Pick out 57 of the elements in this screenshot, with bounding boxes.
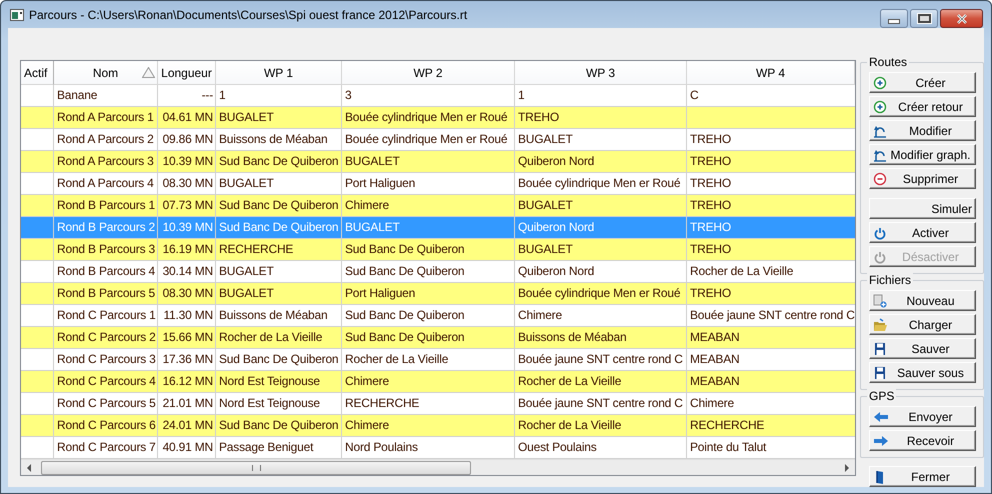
scrollbar[interactable] [21,459,855,475]
table-row[interactable]: Rond C Parcours 5 21.01 MN Nord Est Teignouse RECHERCHE Bouée jaune SNT centre rond C Chimere [21,393,855,415]
button[interactable]: Nouveau [869,290,976,311]
button[interactable]: Charger [869,314,976,335]
table-row[interactable]: Rond A Parcours 2 09.86 MN Buissons de Méaban Bouée cylindrique Men er Roué BUGALET TREHO [21,129,855,151]
plus-icon [873,76,889,90]
table-row[interactable]: Rond A Parcours 3 10.39 MN Sud Banc De Quiberon BUGALET Quiberon Nord TREHO [21,151,855,173]
folder-icon [873,318,889,332]
table-row[interactable]: Rond C Parcours 6 24.01 MN Sud Banc De Quiberon Chimere Rocher de La Vieille RECHERCHE [21,415,855,437]
scrollbar-thumb[interactable] [41,461,471,475]
table-row[interactable]: Rond B Parcours 3 16.19 MN RECHERCHE Sud Banc De Quiberon BUGALET TREHO [21,239,855,261]
table-row[interactable]: Rond B Parcours 5 08.30 MN BUGALET Port Haliguen Bouée cylindrique Men er Roué TREHO [21,283,855,305]
button[interactable]: Sauver [869,338,976,359]
button[interactable]: Supprimer [869,168,976,189]
new-document-icon [873,294,889,308]
column-header[interactable]: Nom [54,61,158,85]
close-button[interactable] [940,9,983,28]
button[interactable]: Sauver sous [869,362,976,383]
column-header[interactable]: WP 3 [515,61,687,85]
button[interactable]: Simuler [869,198,976,219]
table-row[interactable]: Rond C Parcours 3 17.36 MN Sud Banc De Quiberon Rocher de La Vieille Bouée jaune SNT centre rond C MEABAN [21,349,855,371]
close-icon [954,14,968,24]
curved-arrow-icon [873,148,889,162]
button[interactable]: Modifier graph. [869,144,976,165]
table-row[interactable]: Rond B Parcours 4 30.14 MN BUGALET Sud Banc De Quiberon Quiberon Nord Rocher de La Vieille [21,261,855,283]
table-row[interactable]: Rond B Parcours 1 07.73 MN Sud Banc De Quiberon Chimere BUGALET TREHO [21,195,855,217]
button[interactable]: Modifier [869,120,976,141]
table-row[interactable]: Rond A Parcours 1 04.61 MN BUGALET Bouée cylindrique Men er Roué TREHO [21,107,855,129]
column-header[interactable]: WP 1 [216,61,342,85]
table-row[interactable]: Banane --- 1 3 1 C [21,85,855,107]
right-arrow-icon [873,434,889,448]
button[interactable]: Recevoir [869,430,976,451]
button[interactable]: Créer retour [869,96,976,117]
left-arrow-icon [873,410,889,424]
curved-arrow-icon [873,124,889,138]
minus-icon [873,172,889,186]
column-header[interactable]: Actif [21,61,54,85]
button[interactable]: Créer [869,72,976,93]
button[interactable]: Fermer [869,466,976,487]
table-row[interactable]: Rond C Parcours 2 15.66 MN Rocher de La Vieille Sud Banc De Quiberon Buissons de Méaban MEABAN [21,327,855,349]
maximize-icon [918,14,930,23]
button[interactable]: Activer [869,222,976,243]
table-row[interactable]: Rond C Parcours 7 40.91 MN Passage Beniguet Nord Poulains Ouest Poulains Pointe du Talut [21,437,855,459]
table-row[interactable]: Rond C Parcours 1 11.30 MN Buissons de Méaban Sud Banc De Quiberon Chimere Bouée jaune SNT centre rond C [21,305,855,327]
column-header[interactable]: Longueur [158,61,216,85]
table-row[interactable]: Rond C Parcours 4 16.12 MN Nord Est Teignouse Chimere Rocher de La Vieille MEABAN [21,371,855,393]
minimize-button[interactable] [880,9,908,28]
button[interactable]: Envoyer [869,406,976,427]
window-title: Parcours - C:\Users\Ronan\Documents\Courses\Spi ouest france 2012\Parcours.rt [29,8,468,22]
table-row[interactable]: Rond A Parcours 4 08.30 MN BUGALET Port Haliguen Bouée cylindrique Men er Roué TREHO [21,173,855,195]
plus-icon [873,100,889,114]
app-icon [10,8,24,20]
column-header[interactable]: WP 2 [342,61,515,85]
minimize-icon [888,18,900,24]
sort-ascending-icon [142,67,155,78]
column-header[interactable]: WP 4 [687,61,855,85]
maximize-button[interactable] [910,9,938,28]
